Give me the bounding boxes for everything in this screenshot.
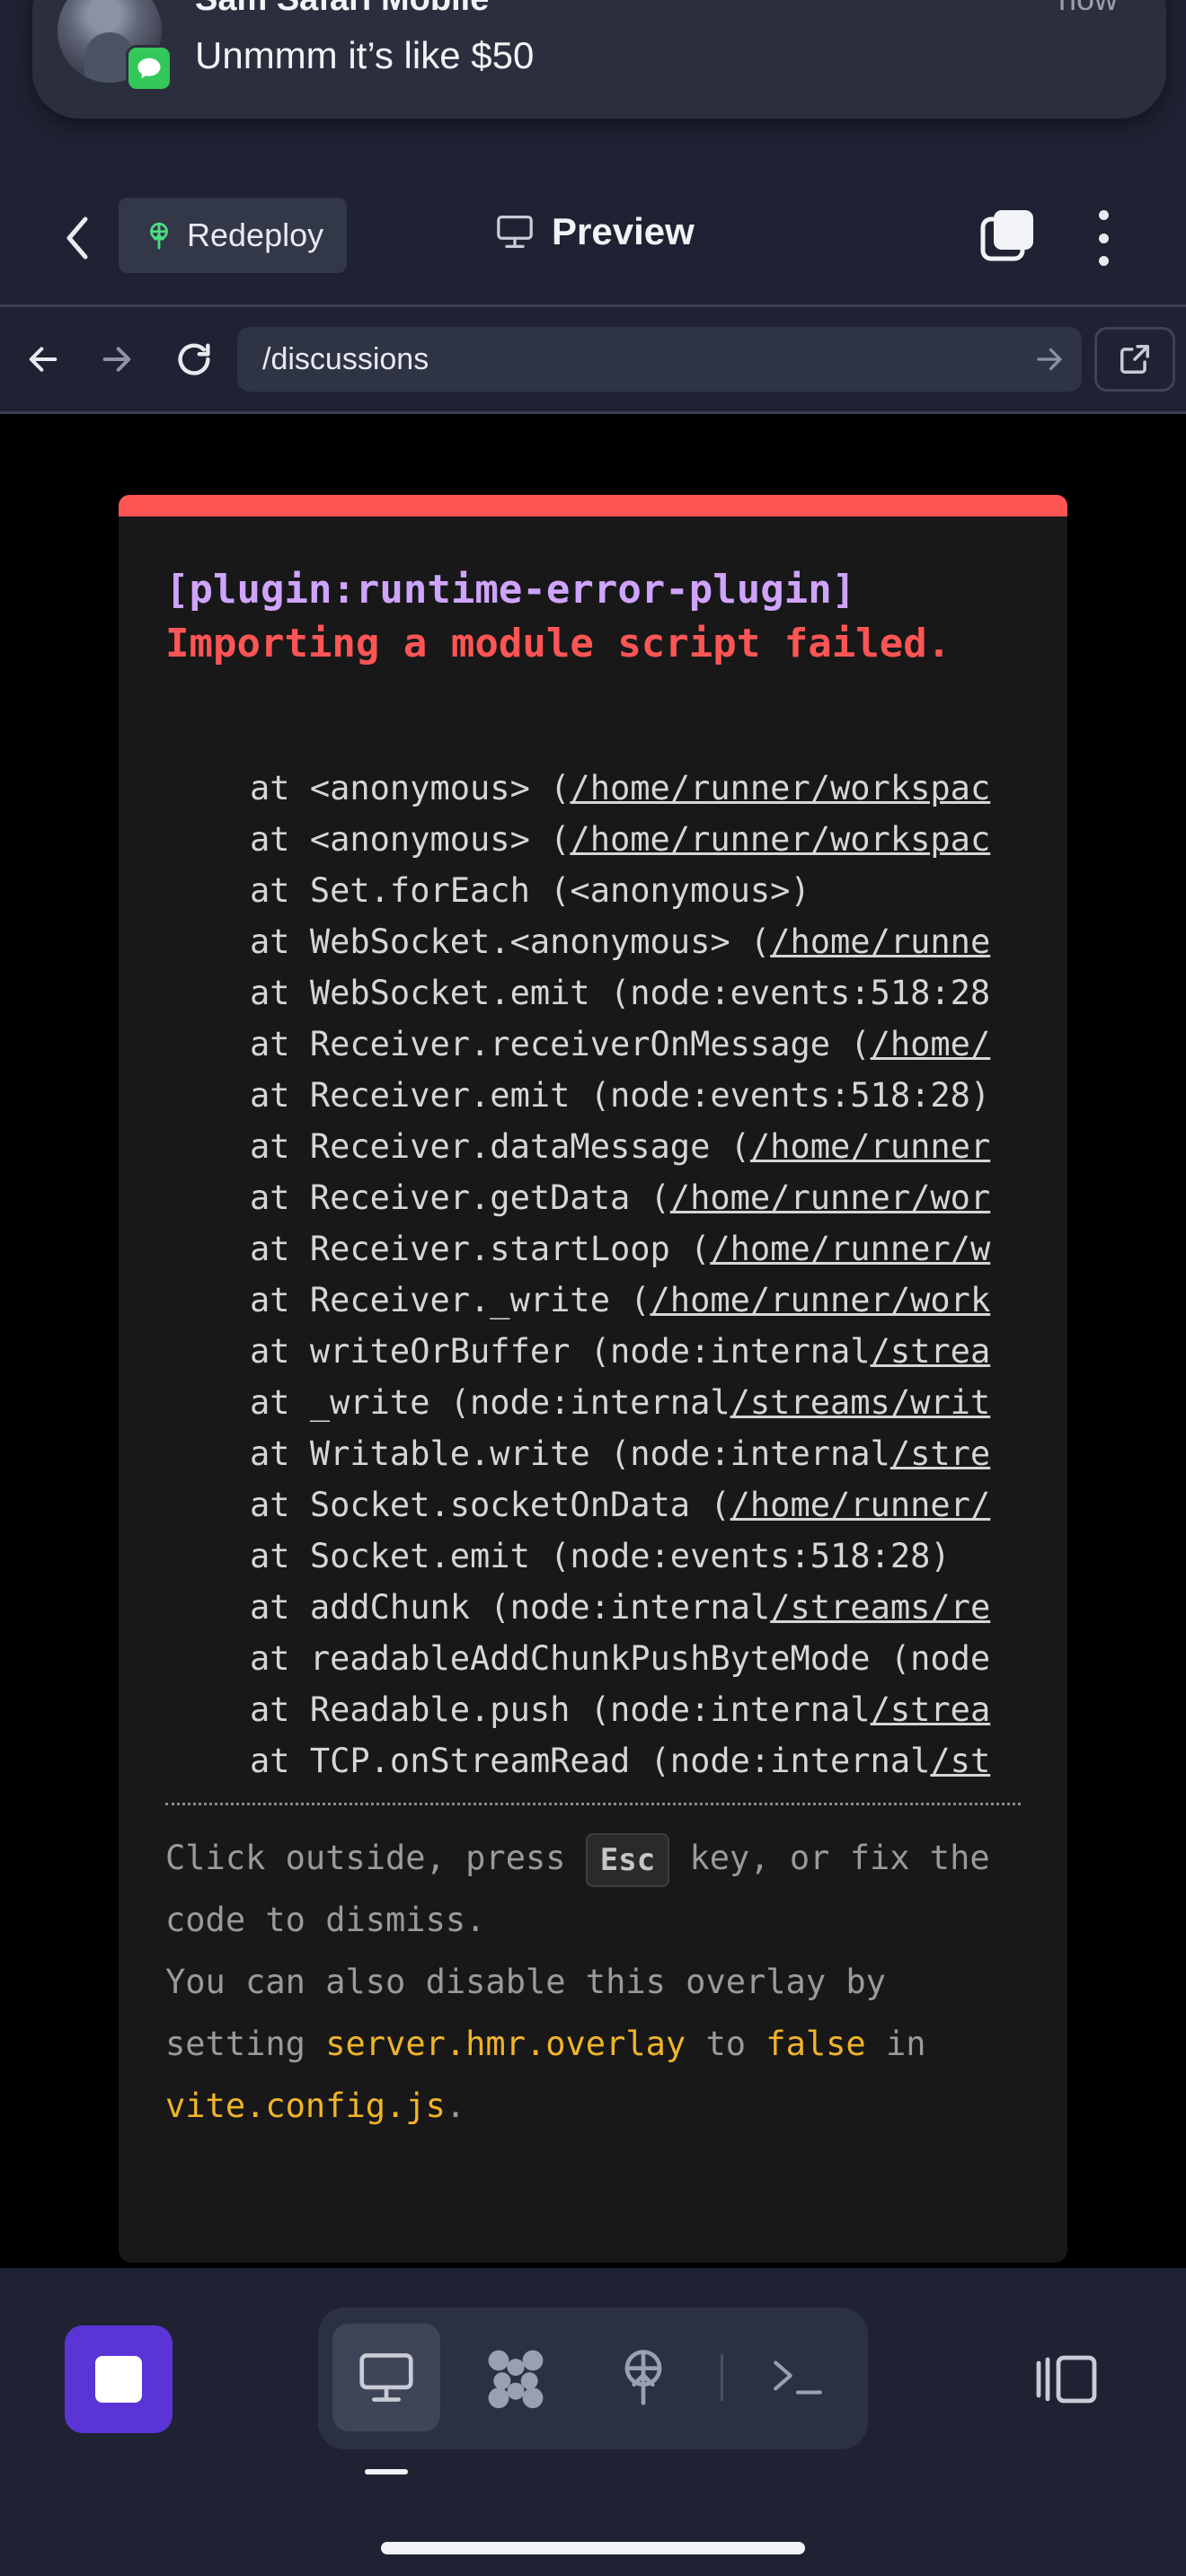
split-view-icon bbox=[1036, 2355, 1097, 2404]
notification-time: now bbox=[1058, 0, 1118, 18]
redeploy-label: Redeploy bbox=[187, 216, 324, 253]
active-tab-indicator bbox=[365, 2469, 408, 2475]
code-snippet: vite.config.js bbox=[165, 2086, 446, 2125]
tool-preview-button[interactable] bbox=[332, 2324, 440, 2431]
more-menu-button[interactable] bbox=[1084, 207, 1123, 269]
deploy-icon bbox=[150, 222, 168, 250]
stack-line: at Socket.socketOnData (/home/runner/ bbox=[250, 1486, 991, 1524]
stack-line: at WebSocket.<anonymous> (/home/runne bbox=[250, 922, 991, 961]
open-external-button[interactable] bbox=[1094, 327, 1175, 392]
stop-icon bbox=[95, 2356, 142, 2403]
code-snippet: server.hmr.overlay bbox=[325, 2025, 686, 2063]
stack-line: at Set.forEach (<anonymous>) bbox=[250, 871, 810, 910]
app-header: Redeploy Preview bbox=[0, 171, 1186, 305]
terminal-icon bbox=[774, 2360, 822, 2395]
stack-line: at readableAddChunkPushByteMode (node bbox=[250, 1639, 991, 1678]
reload-button[interactable] bbox=[169, 334, 219, 384]
split-view-button[interactable] bbox=[1030, 2343, 1102, 2415]
stack-line: at Socket.emit (node:events:518:28) bbox=[250, 1537, 951, 1575]
error-tip: Click outside, press Esc key, or fix the… bbox=[165, 1827, 1021, 2137]
notification-sender: Sam Safari Mobile bbox=[195, 0, 489, 19]
tabs-icon[interactable] bbox=[979, 207, 1037, 264]
divider bbox=[165, 1803, 1021, 1805]
monitor-icon bbox=[359, 2353, 413, 2402]
url-text: /discussions bbox=[262, 341, 429, 376]
arrow-right-icon bbox=[102, 347, 131, 372]
stack-line: at Readable.push (node:internal/strea bbox=[250, 1690, 991, 1729]
stack-line: at Receiver._write (/home/runner/work bbox=[250, 1281, 991, 1319]
external-link-icon bbox=[1120, 345, 1149, 374]
monitor-icon bbox=[497, 215, 533, 248]
error-overlay: [plugin:runtime-error-plugin] Importing … bbox=[119, 495, 1067, 2263]
stack-line: at WebSocket.emit (node:events:518:28 bbox=[250, 974, 991, 1012]
browser-back-button[interactable] bbox=[18, 334, 68, 384]
stack-line: at Receiver.getData (/home/runner/wor bbox=[250, 1178, 991, 1217]
tool-deploy-button[interactable] bbox=[589, 2324, 697, 2431]
grid-apps-icon bbox=[488, 2350, 544, 2409]
preview-viewport[interactable]: [plugin:runtime-error-plugin] Importing … bbox=[0, 414, 1186, 2268]
notification-message: Unmmm it’s like $50 bbox=[195, 34, 535, 76]
tool-apps-button[interactable] bbox=[462, 2324, 570, 2431]
redeploy-button[interactable]: Redeploy bbox=[119, 198, 347, 273]
stack-line: at Receiver.emit (node:events:518:28) bbox=[250, 1076, 991, 1115]
code-snippet: false bbox=[766, 2025, 866, 2063]
stack-line: at TCP.onStreamRead (node:internal/st bbox=[250, 1742, 991, 1780]
stop-button[interactable] bbox=[65, 2325, 173, 2433]
stack-line: at Receiver.startLoop (/home/runner/w bbox=[250, 1230, 991, 1268]
arrow-left-icon bbox=[29, 347, 58, 372]
url-input[interactable]: /discussions bbox=[237, 327, 1082, 392]
stack-line: at Writable.write (node:internal/stre bbox=[250, 1434, 991, 1473]
bottom-toolbar bbox=[0, 2268, 1186, 2576]
esc-key: Esc bbox=[585, 1832, 670, 1887]
error-stack: at <anonymous> (/home/runner/workspac at … bbox=[165, 763, 1021, 1786]
page-title: Preview bbox=[494, 210, 695, 253]
stack-line: at _write (node:internal/streams/writ bbox=[250, 1383, 991, 1422]
deploy-icon bbox=[624, 2350, 662, 2405]
error-message: Importing a module script failed. bbox=[165, 621, 951, 666]
browser-bar: /discussions bbox=[0, 307, 1186, 413]
stack-line: at Receiver.dataMessage (/home/runner bbox=[250, 1127, 991, 1166]
stack-line: at addChunk (node:internal/streams/re bbox=[250, 1588, 991, 1627]
stack-line: at Receiver.receiverOnMessage (/home/ bbox=[250, 1025, 991, 1063]
home-indicator bbox=[381, 2542, 805, 2554]
tool-group bbox=[318, 2307, 868, 2449]
stack-line: at <anonymous> (/home/runner/workspac bbox=[250, 769, 991, 807]
browser-forward-button[interactable] bbox=[92, 334, 142, 384]
divider bbox=[721, 2354, 723, 2401]
back-button[interactable] bbox=[52, 208, 102, 268]
reload-icon bbox=[178, 343, 210, 375]
chevron-left-icon bbox=[66, 216, 88, 260]
messages-icon bbox=[126, 45, 173, 92]
stack-line: at <anonymous> (/home/runner/workspac bbox=[250, 820, 991, 859]
arrow-right-icon[interactable] bbox=[1033, 343, 1066, 375]
page-title-label: Preview bbox=[552, 210, 695, 252]
tool-terminal-button[interactable] bbox=[744, 2324, 852, 2431]
error-plugin: [plugin:runtime-error-plugin] bbox=[165, 567, 856, 613]
stack-line: at writeOrBuffer (node:internal/strea bbox=[250, 1332, 991, 1371]
